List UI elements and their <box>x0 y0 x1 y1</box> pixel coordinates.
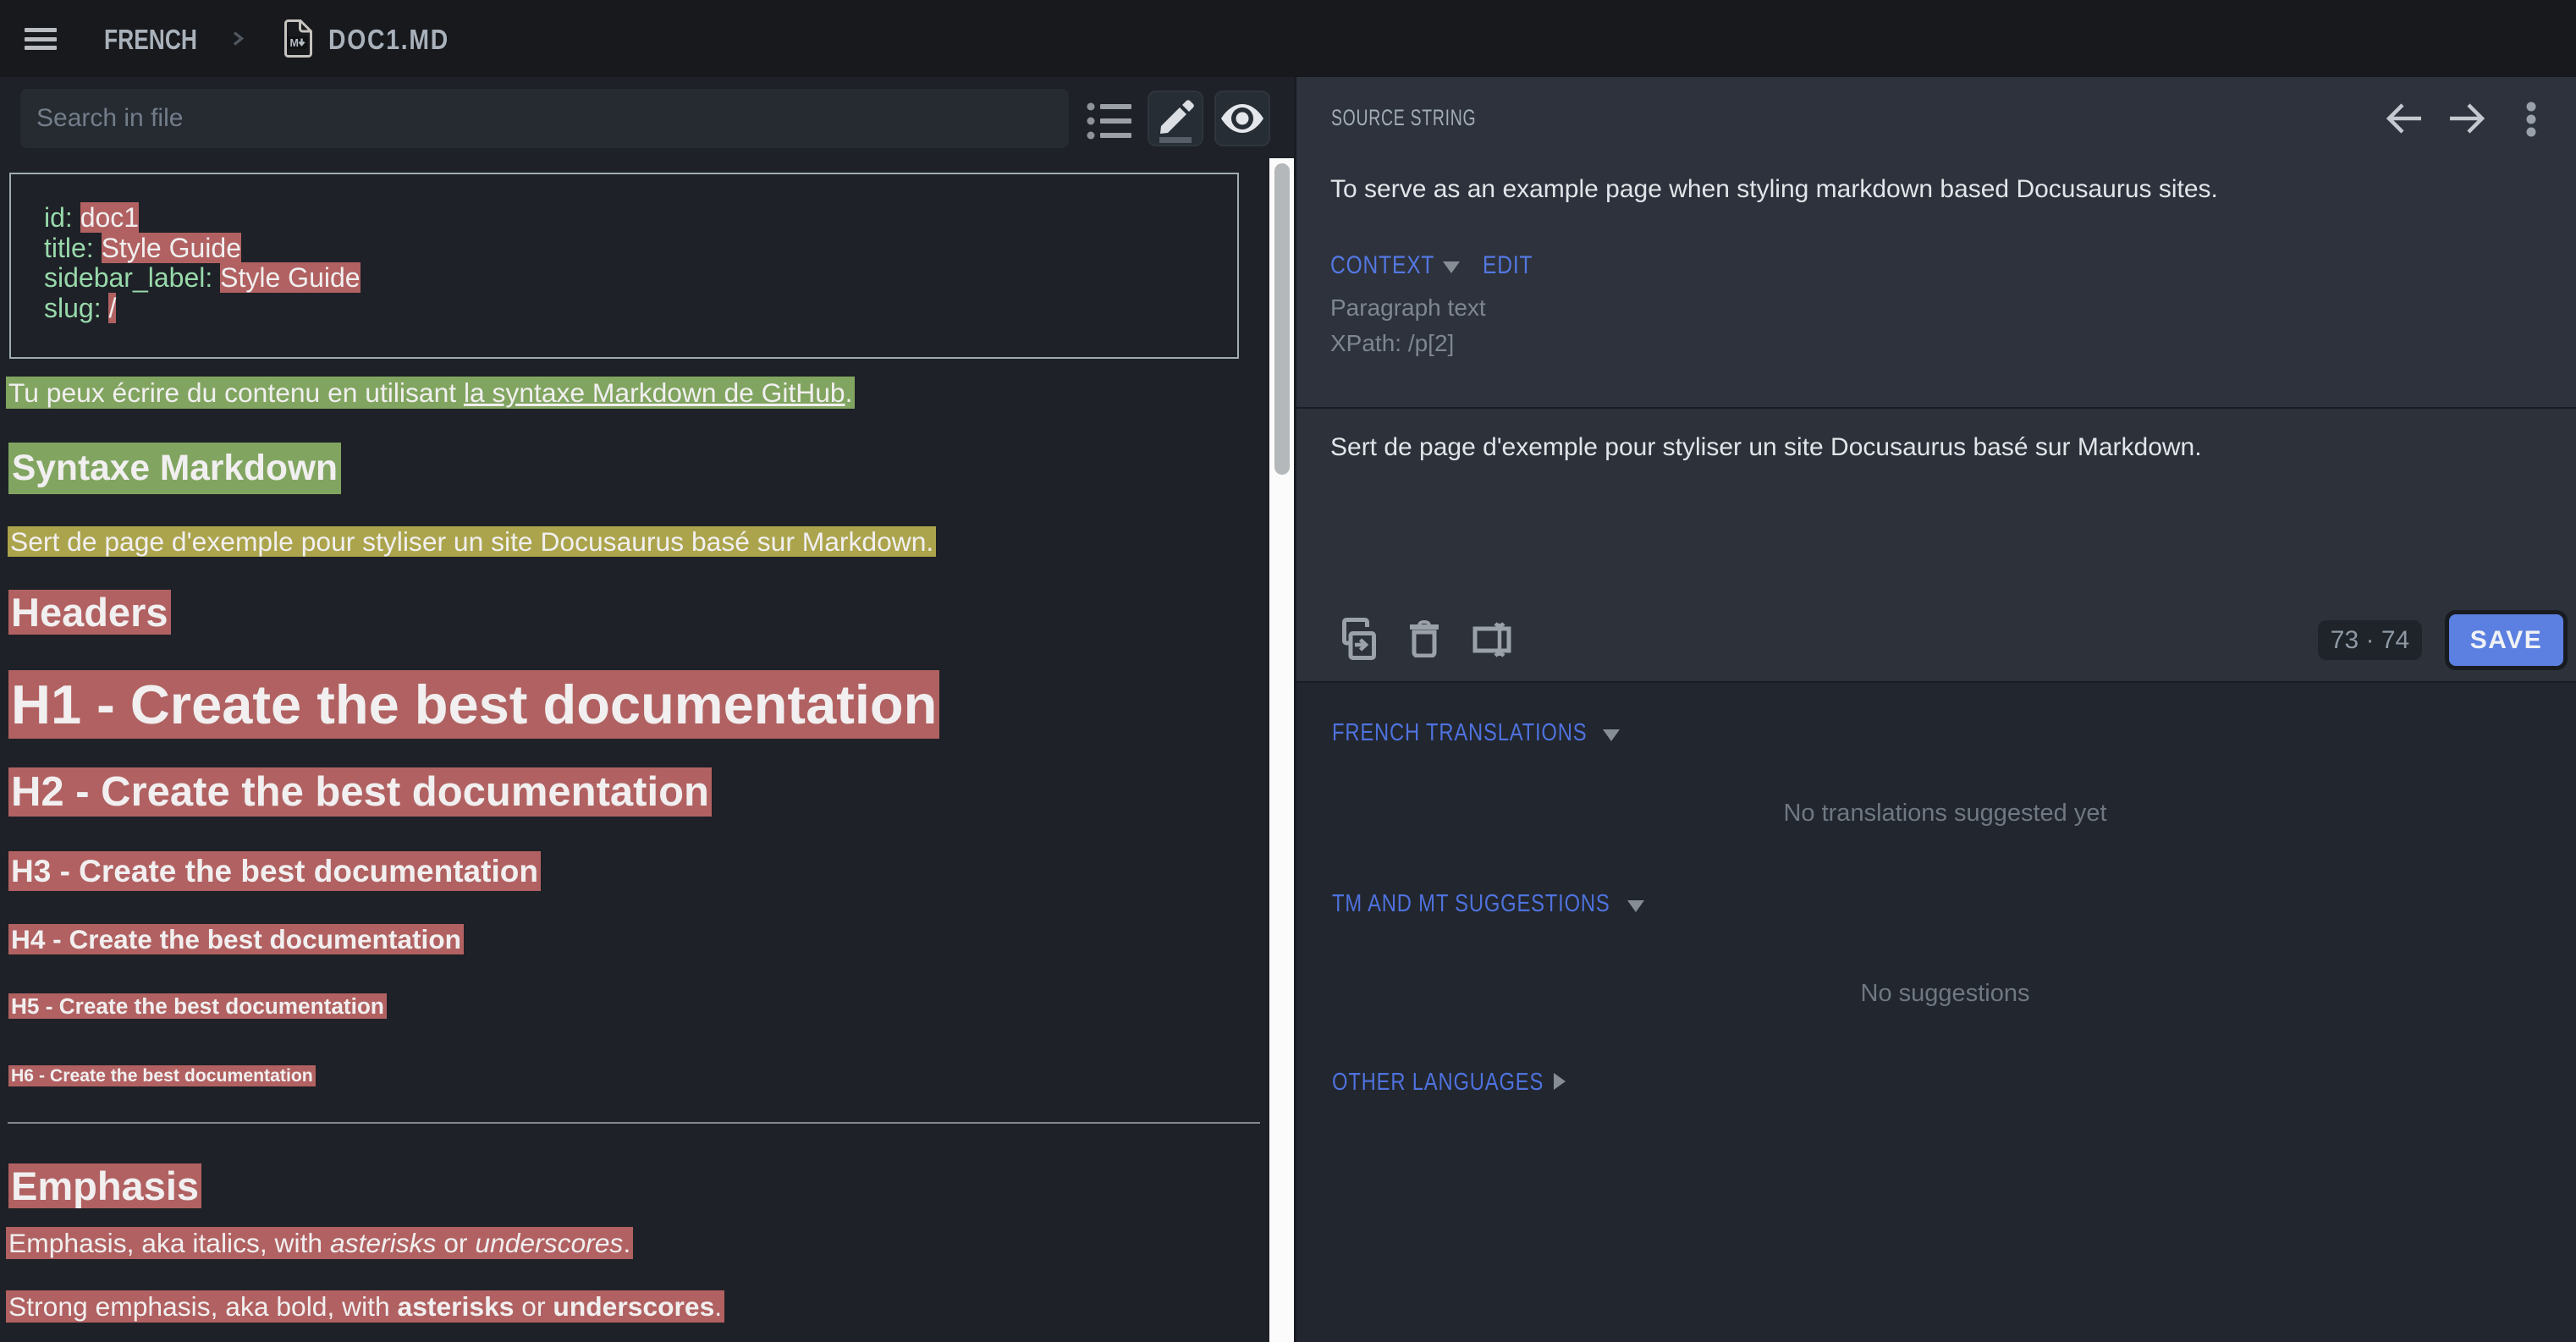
svg-text:M: M <box>290 37 299 49</box>
